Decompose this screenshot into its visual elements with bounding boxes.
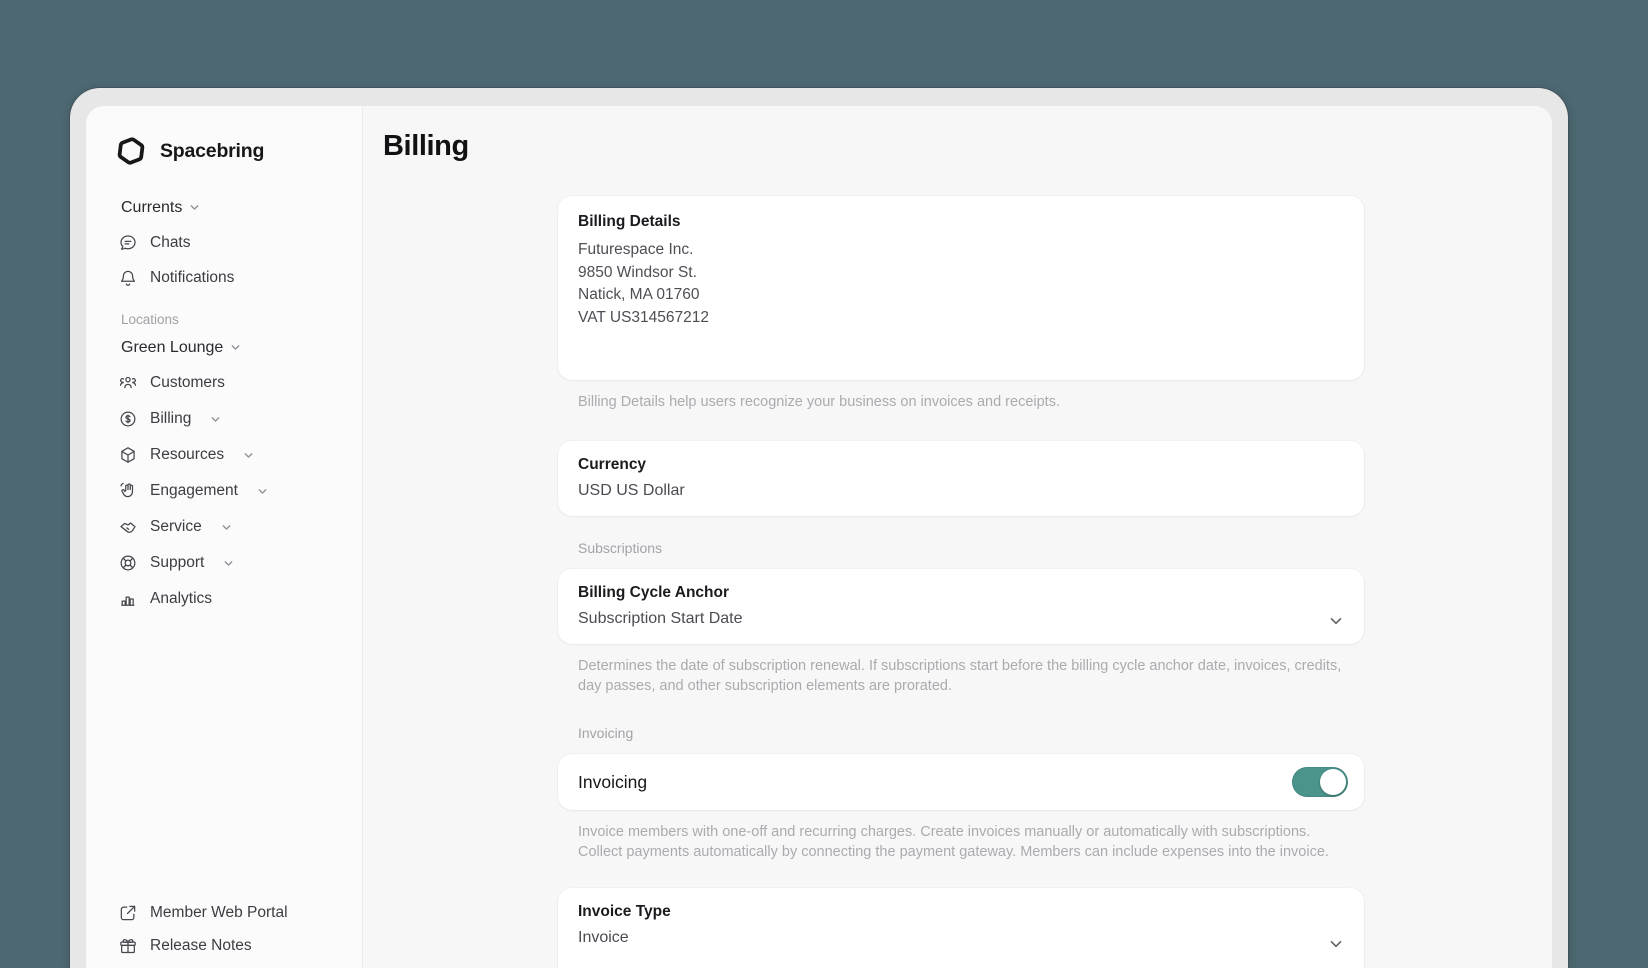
dollar-circle-icon [118, 409, 138, 429]
chevron-down-icon [1328, 936, 1344, 957]
bar-chart-icon [118, 589, 138, 609]
chat-icon [118, 233, 138, 253]
billing-details-line: Futurespace Inc. [578, 239, 1344, 262]
invoice-type-value: Invoice [578, 927, 1344, 949]
billing-details-line: Natick, MA 01760 [578, 284, 1344, 307]
invoicing-helper: Invoice members with one-off and recurri… [578, 822, 1342, 862]
brand-name: Spacebring [160, 140, 264, 163]
sidebar-item-green-lounge[interactable]: Green Lounge [86, 330, 362, 365]
invoice-type-select[interactable]: Invoice Type Invoice [558, 888, 1364, 968]
invoicing-toggle[interactable] [1292, 767, 1348, 797]
billing-cycle-anchor-helper: Determines the date of subscription rene… [578, 656, 1342, 696]
sidebar-footer: Member Web Portal Release Notes [86, 896, 362, 962]
chevron-down-icon [210, 414, 221, 425]
app-window: Spacebring Currents Chats Not [70, 88, 1568, 968]
invoicing-section-label: Invoicing [578, 723, 1344, 743]
hand-wave-icon [118, 481, 138, 501]
chevron-down-icon [221, 522, 232, 533]
sidebar-item-notifications[interactable]: Notifications [86, 260, 362, 295]
chevron-down-icon [189, 202, 200, 213]
toggle-knob [1320, 769, 1346, 795]
invoicing-label: Invoicing [578, 772, 647, 793]
billing-details-title: Billing Details [578, 211, 1344, 232]
settings-column: Billing Details Futurespace Inc. 9850 Wi… [558, 196, 1364, 968]
page-title: Billing [383, 128, 1552, 164]
billing-details-helper: Billing Details help users recognize you… [578, 392, 1342, 412]
sidebar-item-billing[interactable]: Billing [86, 401, 362, 437]
billing-details-card[interactable]: Billing Details Futurespace Inc. 9850 Wi… [558, 196, 1364, 380]
lifebuoy-icon [118, 553, 138, 573]
bell-icon [118, 268, 138, 288]
external-link-icon [118, 903, 138, 923]
main-content: Billing Billing Details Futurespace Inc.… [363, 106, 1552, 968]
sidebar-item-resources[interactable]: Resources [86, 437, 362, 473]
sidebar-item-member-web-portal[interactable]: Member Web Portal [86, 896, 362, 929]
sidebar-item-engagement[interactable]: Engagement [86, 473, 362, 509]
sidebar-item-chats[interactable]: Chats [86, 225, 362, 260]
currency-label: Currency [578, 454, 1344, 475]
currency-card[interactable]: Currency USD US Dollar [558, 441, 1364, 516]
sidebar-item-support[interactable]: Support [86, 545, 362, 581]
billing-cycle-anchor-select[interactable]: Billing Cycle Anchor Subscription Start … [558, 569, 1364, 644]
currency-value: USD US Dollar [578, 480, 1344, 502]
gift-icon [118, 936, 138, 956]
spacebring-logo-icon [116, 136, 146, 166]
app-panel: Spacebring Currents Chats Not [86, 106, 1552, 968]
cube-icon [118, 445, 138, 465]
users-icon [118, 373, 138, 393]
sidebar-item-customers[interactable]: Customers [86, 365, 362, 401]
chevron-down-icon [223, 558, 234, 569]
chevron-down-icon [230, 342, 241, 353]
sidebar-item-analytics[interactable]: Analytics [86, 581, 362, 617]
handshake-icon [118, 517, 138, 537]
chevron-down-icon [257, 486, 268, 497]
chevron-down-icon [243, 450, 254, 461]
billing-cycle-anchor-label: Billing Cycle Anchor [578, 582, 1344, 603]
spacer [86, 295, 362, 308]
billing-cycle-anchor-value: Subscription Start Date [578, 608, 1344, 630]
location-nav: Customers Billing Resources [86, 365, 362, 617]
subscriptions-section-label: Subscriptions [578, 538, 1344, 558]
invoicing-row: Invoicing [558, 754, 1364, 810]
sidebar-item-service[interactable]: Service [86, 509, 362, 545]
chevron-down-icon [1328, 613, 1344, 634]
sidebar-item-release-notes[interactable]: Release Notes [86, 929, 362, 962]
billing-details-line: 9850 Windsor St. [578, 262, 1344, 285]
locations-section-label: Locations [86, 308, 362, 330]
sidebar-nav: Currents Chats Notifications Locatio [86, 190, 362, 617]
brand: Spacebring [116, 134, 362, 168]
sidebar: Spacebring Currents Chats Not [86, 106, 363, 968]
sidebar-item-currents[interactable]: Currents [86, 190, 362, 225]
billing-details-line: VAT US314567212 [578, 307, 1344, 330]
invoice-type-label: Invoice Type [578, 901, 1344, 922]
